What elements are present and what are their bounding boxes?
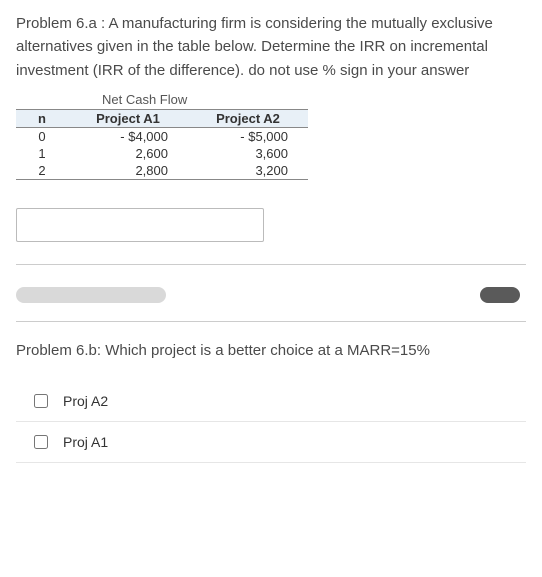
cell-n: 2 [16,162,68,180]
cell-n: 1 [16,145,68,162]
table-header-row: n Project A1 Project A2 [16,109,308,127]
table-row: 2 2,800 3,200 [16,162,308,180]
section-divider [16,321,526,322]
problem-b-text: Problem 6.b: Which project is a better c… [16,342,526,359]
col-header-a2: Project A2 [188,109,308,127]
option-checkbox-a1[interactable] [34,435,48,449]
cell-n: 0 [16,127,68,145]
answer-input[interactable] [16,208,264,242]
option-row-a1[interactable]: Proj A1 [16,422,526,463]
table-super-header: Net Cash Flow [102,92,526,107]
col-header-a1: Project A1 [68,109,188,127]
cash-flow-table-wrap: Net Cash Flow n Project A1 Project A2 0 … [16,92,526,180]
table-row: 1 2,600 3,600 [16,145,308,162]
table-row: 0 - $4,000 - $5,000 [16,127,308,145]
cell-a1: 2,800 [68,162,188,180]
option-label: Proj A1 [63,434,108,450]
cell-a2: - $5,000 [188,127,308,145]
option-label: Proj A2 [63,393,108,409]
problem-a-text: Problem 6.a : A manufacturing firm is co… [16,12,526,82]
redacted-row [16,265,526,321]
cell-a2: 3,200 [188,162,308,180]
option-row-a2[interactable]: Proj A2 [16,381,526,422]
cell-a2: 3,600 [188,145,308,162]
col-header-n: n [16,109,68,127]
redacted-left [16,287,166,303]
option-checkbox-a2[interactable] [34,394,48,408]
redacted-right [480,287,520,303]
cell-a1: 2,600 [68,145,188,162]
cell-a1: - $4,000 [68,127,188,145]
cash-flow-table: n Project A1 Project A2 0 - $4,000 - $5,… [16,109,308,180]
